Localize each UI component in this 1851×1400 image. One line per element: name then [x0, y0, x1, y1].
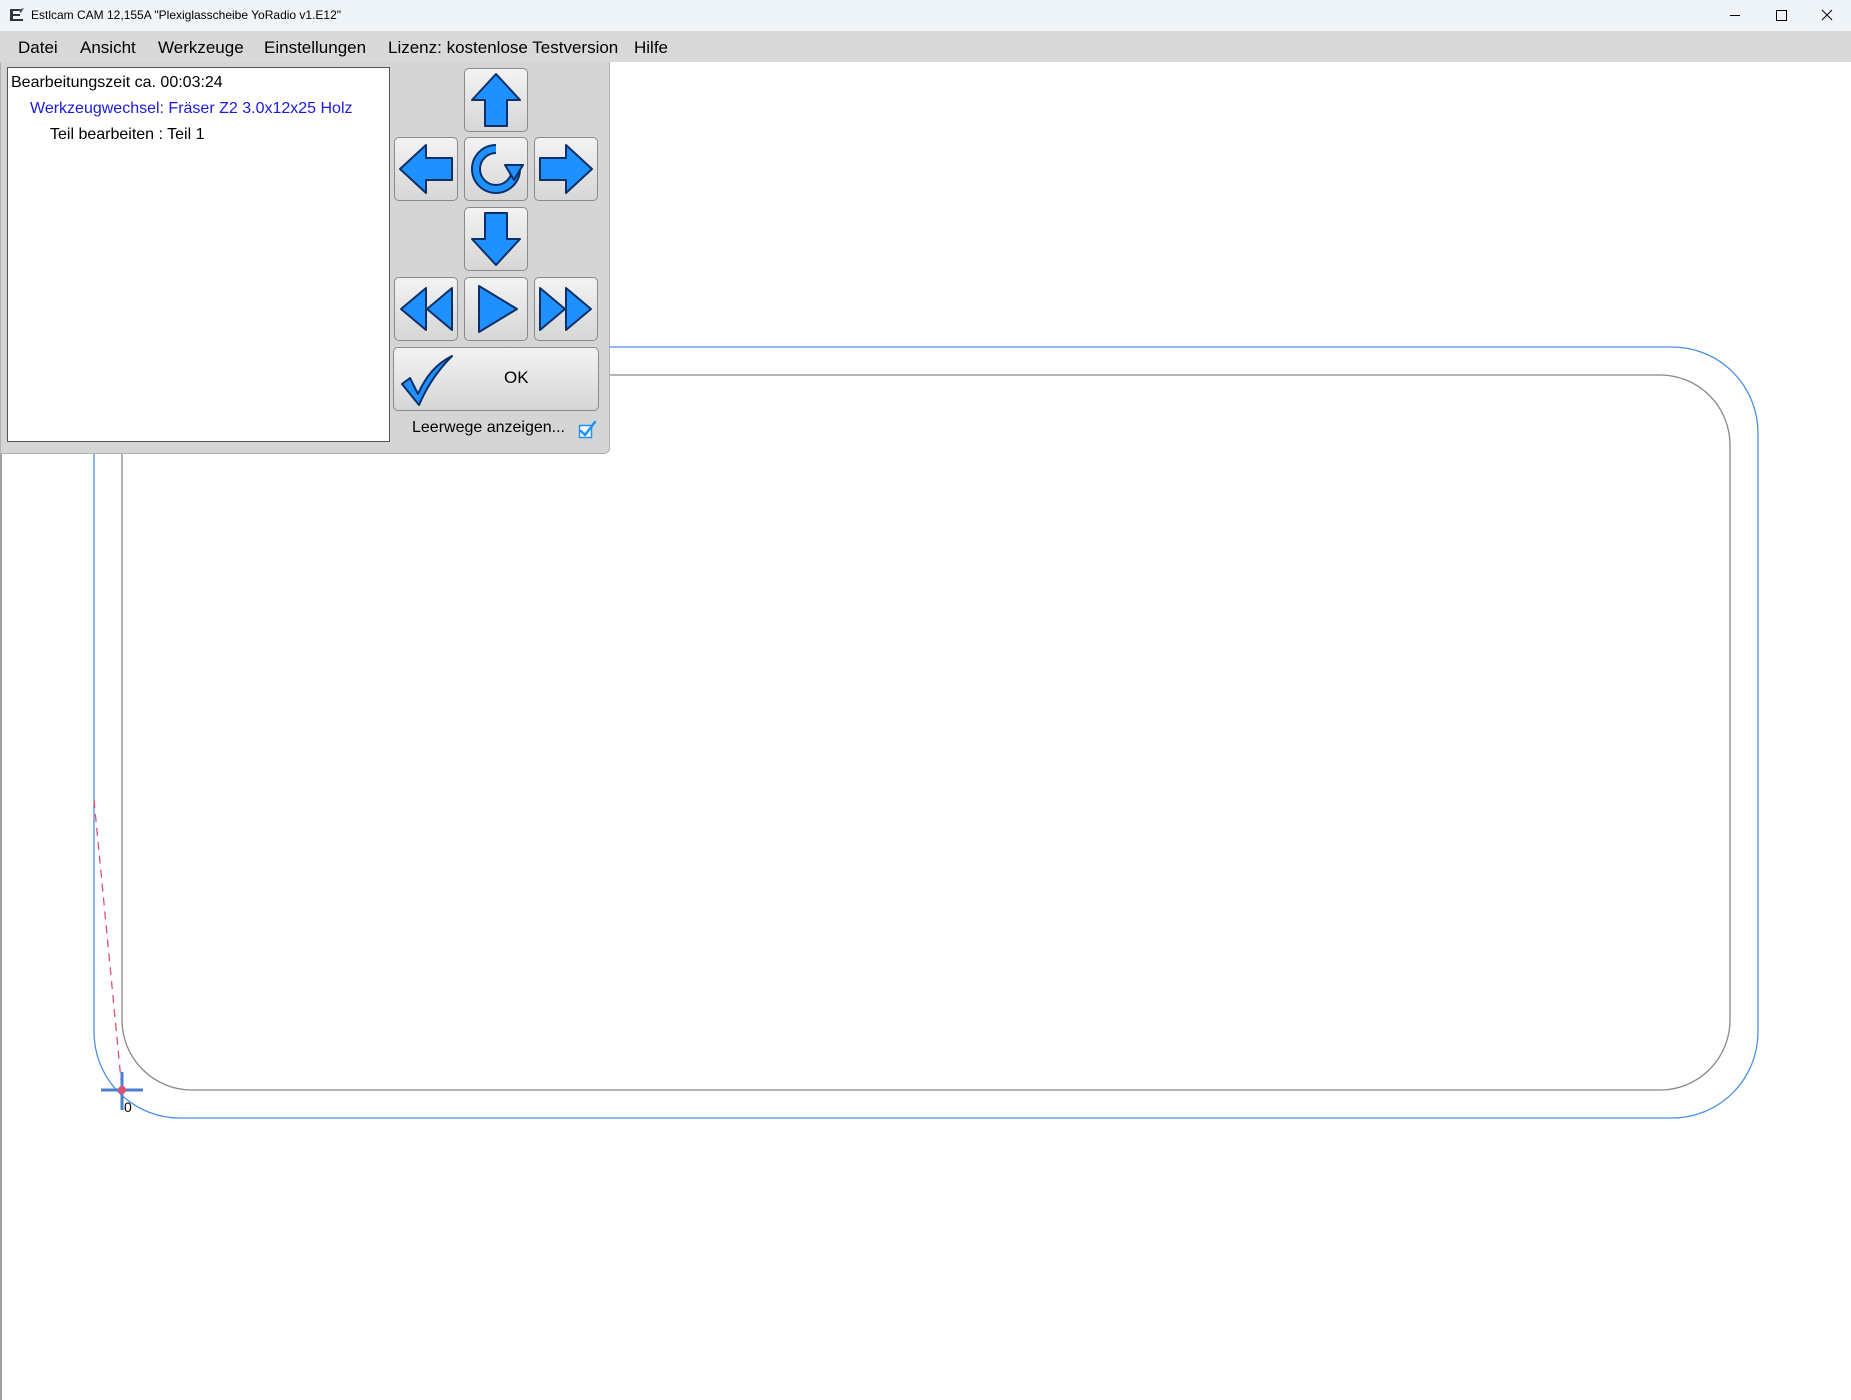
- rapid-move-line: [93, 799, 123, 1091]
- move-left-button[interactable]: [394, 137, 458, 201]
- rewind-icon: [400, 287, 453, 331]
- play-button[interactable]: [464, 277, 528, 341]
- maximize-button[interactable]: [1758, 0, 1804, 31]
- rewind-button[interactable]: [394, 277, 458, 341]
- simulation-panel: Bearbeitungszeit ca. 00:03:24 Werkzeugwe…: [0, 62, 610, 454]
- idle-moves-checkbox[interactable]: [577, 420, 597, 440]
- fast-forward-button[interactable]: [534, 277, 598, 341]
- menu-datei[interactable]: Datei: [18, 38, 58, 58]
- menu-einstellungen[interactable]: Einstellungen: [264, 38, 366, 58]
- close-button[interactable]: [1804, 0, 1850, 31]
- rotate-icon: [471, 144, 524, 194]
- fast-forward-icon: [539, 287, 592, 331]
- ok-label: OK: [504, 368, 529, 387]
- toolpath-outline: [93, 346, 1759, 1119]
- move-down-button[interactable]: [464, 207, 528, 271]
- title-bar: Estlcam CAM 12,155A "Plexiglasscheibe Yo…: [0, 0, 1851, 31]
- arrow-up-icon: [471, 73, 521, 127]
- minimize-button[interactable]: [1712, 0, 1758, 31]
- app-logo-icon: [10, 8, 24, 21]
- machining-time: Bearbeitungszeit ca. 00:03:24: [11, 74, 223, 91]
- arrow-left-icon: [399, 144, 453, 194]
- arrow-right-icon: [539, 144, 593, 194]
- menu-bar: Datei Ansicht Werkzeuge Einstellungen Li…: [0, 31, 1851, 62]
- tool-change-entry[interactable]: Werkzeugwechsel: Fräser Z2 3.0x12x25 Hol…: [30, 100, 353, 118]
- menu-ansicht[interactable]: Ansicht: [80, 38, 136, 58]
- operations-log[interactable]: Bearbeitungszeit ca. 00:03:24 Werkzeugwe…: [7, 67, 390, 442]
- close-icon: [1821, 9, 1833, 21]
- part-entry[interactable]: Teil bearbeiten : Teil 1: [50, 126, 204, 144]
- window-title: Estlcam CAM 12,155A "Plexiglasscheibe Yo…: [31, 8, 342, 22]
- checkmark-icon: [401, 355, 453, 406]
- move-up-button[interactable]: [464, 68, 528, 132]
- maximize-icon: [1776, 10, 1787, 21]
- minimize-icon: [1730, 15, 1740, 16]
- idle-moves-label[interactable]: Leerwege anzeigen...: [412, 419, 565, 437]
- ok-button[interactable]: OK: [393, 347, 599, 411]
- move-right-button[interactable]: [534, 137, 598, 201]
- rotate-button[interactable]: [464, 137, 528, 201]
- origin-label: 0: [124, 1099, 132, 1115]
- menu-lizenz[interactable]: Lizenz: kostenlose Testversion: [388, 38, 618, 58]
- menu-hilfe[interactable]: Hilfe: [634, 38, 668, 58]
- play-icon: [478, 285, 518, 333]
- menu-werkzeuge[interactable]: Werkzeuge: [158, 38, 244, 58]
- part-outline: [121, 374, 1731, 1091]
- arrow-down-icon: [471, 212, 521, 266]
